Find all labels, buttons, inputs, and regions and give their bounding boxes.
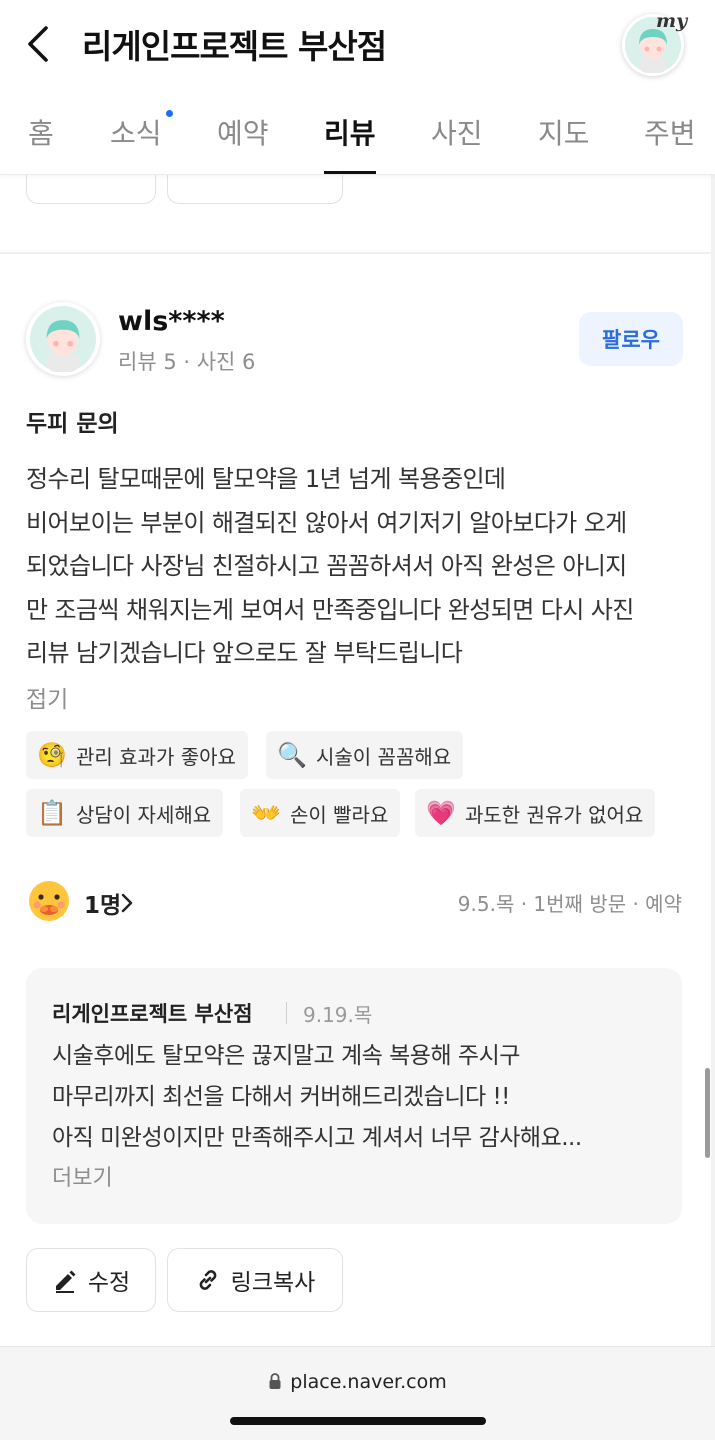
- owner-reply: 리게인프로젝트 부산점 9.19.목 시술후에도 탈모약은 끊지말고 계속 복용…: [26, 968, 682, 1224]
- more-button[interactable]: 더보기: [52, 1160, 113, 1192]
- reply-separator: [286, 1002, 287, 1024]
- reviewer-stats: 리뷰 5 · 사진 6: [118, 350, 256, 374]
- keyword-label: 상담이 자세해요: [76, 802, 212, 827]
- tab-map[interactable]: 지도: [538, 112, 590, 152]
- keyword-label: 손이 빨라요: [290, 802, 389, 827]
- keyword-chip: 🔍 시술이 꼼꼼해요: [266, 731, 464, 779]
- tab-photos[interactable]: 사진: [431, 112, 483, 152]
- new-badge-dot: [166, 110, 173, 117]
- tab-reviews[interactable]: 리뷰: [324, 112, 376, 152]
- keyword-chip: 👐 손이 빨라요: [240, 789, 401, 837]
- reply-line: 시술후에도 탈모약은 끊지말고 계속 복용해 주시구: [52, 1043, 520, 1069]
- reply-line: 마무리까지 최선을 다해서 커버해드리겠습니다 !!: [52, 1084, 510, 1110]
- home-indicator[interactable]: [230, 1417, 486, 1425]
- section-divider: [0, 252, 715, 254]
- keyword-chip: 💗 과도한 권유가 없어요: [415, 789, 656, 837]
- follow-button[interactable]: 팔로우: [579, 312, 683, 366]
- reply-body: 시술후에도 탈모약은 끊지말고 계속 복용해 주시구 마무리까지 최선을 다해서…: [52, 1036, 582, 1159]
- keyword-label: 과도한 권유가 없어요: [465, 802, 644, 827]
- clipboard-icon: 📋: [37, 799, 67, 827]
- chevron-right-icon[interactable]: [120, 892, 134, 914]
- link-icon: [199, 1270, 217, 1290]
- reply-owner-name: 리게인프로젝트 부산점: [52, 1002, 253, 1026]
- reviewer-name[interactable]: wls****: [118, 306, 225, 337]
- growing-heart-icon: 💗: [426, 799, 456, 827]
- reviewer-avatar[interactable]: [26, 302, 100, 376]
- review-line: 리뷰 남기겠습니다 앞으로도 잘 부탁드립니다: [26, 639, 463, 667]
- browser-bar: place.naver.com: [0, 1346, 715, 1440]
- tab-home[interactable]: 홈: [28, 112, 54, 152]
- lock-icon: [269, 1373, 281, 1389]
- tab-news[interactable]: 소식: [110, 112, 162, 152]
- keyword-chip: 📋 상담이 자세해요: [26, 789, 224, 837]
- my-label: my: [656, 10, 688, 32]
- review-heading: 두피 문의: [26, 411, 119, 437]
- copy-link-label: 링크복사: [230, 1270, 316, 1296]
- back-button[interactable]: [24, 22, 60, 66]
- chevron-left-icon: [28, 26, 48, 62]
- app-header: 리게인프로젝트 부산점 my: [0, 0, 715, 95]
- keyword-label: 관리 효과가 좋아요: [76, 744, 236, 769]
- review-body: 정수리 탈모때문에 탈모약을 1년 넘게 복용중인데 비어보이는 부분이 해결되…: [26, 458, 696, 676]
- reaction-count[interactable]: 1명: [84, 886, 121, 920]
- visit-meta: 9.5.목 · 1번째 방문 · 예약: [457, 892, 682, 916]
- edit-label: 수정: [87, 1270, 131, 1296]
- fold-button[interactable]: 접기: [26, 680, 68, 714]
- avatar-icon: [30, 306, 96, 372]
- reply-date: 9.19.목: [303, 1003, 373, 1027]
- magnifier-icon: 🔍: [277, 741, 307, 769]
- page-edge: [711, 175, 715, 1346]
- edit-button[interactable]: 수정: [26, 1248, 156, 1312]
- review-line: 되었습니다 사장님 친절하시고 꼼꼼하셔서 아직 완성은 아니지: [26, 552, 627, 580]
- monocle-face-icon: 🧐: [37, 741, 67, 769]
- tab-booking[interactable]: 예약: [217, 112, 269, 152]
- page-title: 리게인프로젝트 부산점: [82, 27, 387, 66]
- pencil-icon: [55, 1270, 76, 1293]
- reply-line: 아직 미완성이지만 만족해주시고 계셔서 너무 감사해요...: [52, 1125, 582, 1151]
- keyword-label: 시술이 꼼꼼해요: [316, 744, 452, 769]
- review-line: 정수리 탈모때문에 탈모약을 1년 넘게 복용중인데: [26, 465, 506, 493]
- scrollbar[interactable]: [705, 1068, 710, 1158]
- active-tab-indicator: [324, 171, 376, 174]
- review-line: 비어보이는 부분이 해결되진 않아서 여기저기 알아보다가 오게: [26, 508, 627, 537]
- review-line: 만 조금씩 채워지는게 보여서 만족중입니다 완성되면 다시 사진: [26, 595, 634, 624]
- reaction-face-icon[interactable]: [28, 880, 70, 922]
- open-hands-icon: 👐: [251, 799, 281, 827]
- tab-bar: 홈 소식 예약 리뷰 사진 지도 주변: [0, 95, 715, 175]
- copy-link-button[interactable]: 링크복사: [167, 1248, 343, 1312]
- keyword-chip: 🧐 관리 효과가 좋아요: [26, 731, 248, 779]
- address-bar[interactable]: place.naver.com: [0, 1371, 715, 1393]
- tab-nearby[interactable]: 주변: [644, 112, 696, 152]
- url-text: place.naver.com: [290, 1371, 447, 1393]
